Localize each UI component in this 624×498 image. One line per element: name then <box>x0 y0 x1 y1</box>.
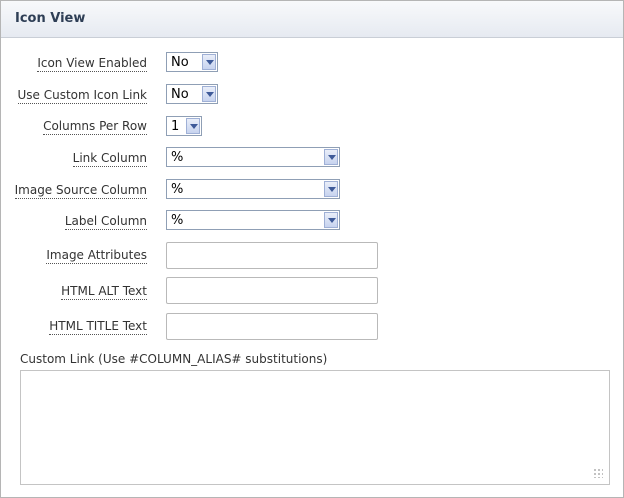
chevron-down-icon <box>186 118 200 134</box>
link-column-select[interactable]: % <box>166 147 340 167</box>
chevron-down-icon <box>324 149 338 165</box>
html-alt-text-input[interactable] <box>166 277 378 304</box>
custom-link-label: Custom Link (Use #COLUMN_ALIAS# substitu… <box>20 352 328 366</box>
link-column-value: % <box>171 150 184 165</box>
image-source-column-select[interactable]: % <box>166 179 340 199</box>
html-title-text-input[interactable] <box>166 313 378 340</box>
use-custom-icon-link-value: No <box>171 87 189 102</box>
icon-view-enabled-value: No <box>171 55 189 70</box>
html-alt-text-label: HTML ALT Text <box>61 284 147 300</box>
icon-view-enabled-select[interactable]: No <box>166 52 218 72</box>
panel-header: Icon View <box>1 1 623 38</box>
label-column-label: Label Column <box>64 214 147 230</box>
html-title-text-label: HTML TITLE Text <box>49 319 147 335</box>
columns-per-row-select[interactable]: 1 <box>166 116 202 136</box>
chevron-down-icon <box>324 181 338 197</box>
resize-grip-icon[interactable] <box>593 468 603 478</box>
use-custom-icon-link-label: Use Custom Icon Link <box>17 88 147 104</box>
image-source-column-value: % <box>171 182 184 197</box>
image-attributes-input[interactable] <box>166 242 378 269</box>
use-custom-icon-link-select[interactable]: No <box>166 84 218 104</box>
image-source-column-label: Image Source Column <box>14 183 147 199</box>
custom-link-textarea[interactable] <box>20 370 610 485</box>
link-column-label: Link Column <box>72 151 147 167</box>
columns-per-row-label: Columns Per Row <box>43 119 147 135</box>
icon-view-enabled-label: Icon View Enabled <box>37 56 147 72</box>
chevron-down-icon <box>202 54 216 70</box>
chevron-down-icon <box>324 212 338 228</box>
label-column-value: % <box>171 213 184 228</box>
columns-per-row-value: 1 <box>171 119 180 134</box>
label-column-select[interactable]: % <box>166 210 340 230</box>
image-attributes-label: Image Attributes <box>46 248 147 264</box>
chevron-down-icon <box>202 86 216 102</box>
icon-view-panel: Icon View Icon View Enabled No Use Custo… <box>0 0 624 498</box>
panel-title: Icon View <box>15 11 86 26</box>
